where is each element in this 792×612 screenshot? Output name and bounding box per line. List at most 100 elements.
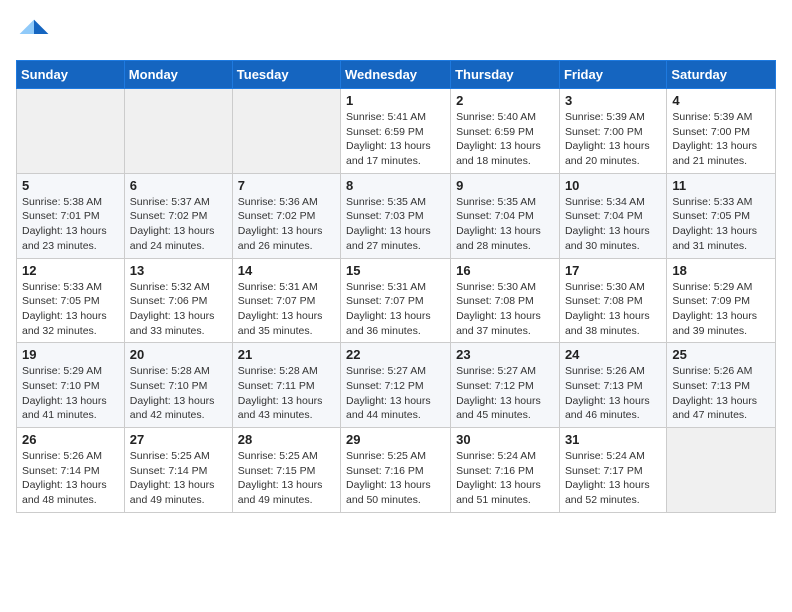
- calendar-cell: 4 Sunrise: 5:39 AMSunset: 7:00 PMDaylight…: [667, 89, 776, 174]
- day-number: 21: [238, 347, 335, 362]
- calendar-cell: 21 Sunrise: 5:28 AMSunset: 7:11 PMDayligh…: [232, 343, 340, 428]
- day-info: Sunrise: 5:24 AMSunset: 7:16 PMDaylight:…: [456, 449, 554, 508]
- day-info: Sunrise: 5:27 AMSunset: 7:12 PMDaylight:…: [346, 364, 445, 423]
- calendar-cell: 19 Sunrise: 5:29 AMSunset: 7:10 PMDayligh…: [17, 343, 125, 428]
- calendar-cell: 6 Sunrise: 5:37 AMSunset: 7:02 PMDaylight…: [124, 173, 232, 258]
- calendar-cell: [124, 89, 232, 174]
- day-number: 16: [456, 263, 554, 278]
- calendar-week-4: 19 Sunrise: 5:29 AMSunset: 7:10 PMDayligh…: [17, 343, 776, 428]
- day-number: 26: [22, 432, 119, 447]
- header-tuesday: Tuesday: [232, 61, 340, 89]
- day-info: Sunrise: 5:41 AMSunset: 6:59 PMDaylight:…: [346, 110, 445, 169]
- day-info: Sunrise: 5:27 AMSunset: 7:12 PMDaylight:…: [456, 364, 554, 423]
- calendar-cell: 13 Sunrise: 5:32 AMSunset: 7:06 PMDayligh…: [124, 258, 232, 343]
- calendar-cell: 31 Sunrise: 5:24 AMSunset: 7:17 PMDayligh…: [559, 428, 666, 513]
- day-number: 18: [672, 263, 770, 278]
- day-info: Sunrise: 5:31 AMSunset: 7:07 PMDaylight:…: [346, 280, 445, 339]
- calendar-cell: 23 Sunrise: 5:27 AMSunset: 7:12 PMDayligh…: [451, 343, 560, 428]
- day-number: 30: [456, 432, 554, 447]
- day-info: Sunrise: 5:37 AMSunset: 7:02 PMDaylight:…: [130, 195, 227, 254]
- calendar-cell: [667, 428, 776, 513]
- day-number: 5: [22, 178, 119, 193]
- calendar-table: SundayMondayTuesdayWednesdayThursdayFrid…: [16, 60, 776, 513]
- calendar-cell: 17 Sunrise: 5:30 AMSunset: 7:08 PMDayligh…: [559, 258, 666, 343]
- calendar-cell: 25 Sunrise: 5:26 AMSunset: 7:13 PMDayligh…: [667, 343, 776, 428]
- day-info: Sunrise: 5:31 AMSunset: 7:07 PMDaylight:…: [238, 280, 335, 339]
- page-header: [16, 16, 776, 52]
- calendar-week-1: 1 Sunrise: 5:41 AMSunset: 6:59 PMDaylight…: [17, 89, 776, 174]
- day-number: 13: [130, 263, 227, 278]
- day-number: 22: [346, 347, 445, 362]
- day-number: 3: [565, 93, 661, 108]
- day-number: 23: [456, 347, 554, 362]
- calendar-cell: 22 Sunrise: 5:27 AMSunset: 7:12 PMDayligh…: [341, 343, 451, 428]
- calendar-cell: [17, 89, 125, 174]
- day-info: Sunrise: 5:26 AMSunset: 7:13 PMDaylight:…: [565, 364, 661, 423]
- day-info: Sunrise: 5:35 AMSunset: 7:03 PMDaylight:…: [346, 195, 445, 254]
- logo: [16, 16, 56, 52]
- day-info: Sunrise: 5:39 AMSunset: 7:00 PMDaylight:…: [565, 110, 661, 169]
- day-number: 14: [238, 263, 335, 278]
- logo-icon: [16, 16, 52, 52]
- day-info: Sunrise: 5:25 AMSunset: 7:16 PMDaylight:…: [346, 449, 445, 508]
- calendar-cell: 11 Sunrise: 5:33 AMSunset: 7:05 PMDayligh…: [667, 173, 776, 258]
- day-info: Sunrise: 5:36 AMSunset: 7:02 PMDaylight:…: [238, 195, 335, 254]
- day-info: Sunrise: 5:29 AMSunset: 7:09 PMDaylight:…: [672, 280, 770, 339]
- calendar-cell: 20 Sunrise: 5:28 AMSunset: 7:10 PMDayligh…: [124, 343, 232, 428]
- header-friday: Friday: [559, 61, 666, 89]
- day-number: 6: [130, 178, 227, 193]
- day-info: Sunrise: 5:26 AMSunset: 7:14 PMDaylight:…: [22, 449, 119, 508]
- day-number: 1: [346, 93, 445, 108]
- calendar-week-2: 5Sunrise: 5:38 AMSunset: 7:01 PMDaylight…: [17, 173, 776, 258]
- day-number: 17: [565, 263, 661, 278]
- header-sunday: Sunday: [17, 61, 125, 89]
- day-number: 11: [672, 178, 770, 193]
- calendar-cell: 1 Sunrise: 5:41 AMSunset: 6:59 PMDaylight…: [341, 89, 451, 174]
- calendar-cell: 29Sunrise: 5:25 AMSunset: 7:16 PMDayligh…: [341, 428, 451, 513]
- day-info: Sunrise: 5:30 AMSunset: 7:08 PMDaylight:…: [456, 280, 554, 339]
- calendar-header-row: SundayMondayTuesdayWednesdayThursdayFrid…: [17, 61, 776, 89]
- calendar-cell: 5Sunrise: 5:38 AMSunset: 7:01 PMDaylight…: [17, 173, 125, 258]
- day-number: 24: [565, 347, 661, 362]
- day-info: Sunrise: 5:25 AMSunset: 7:15 PMDaylight:…: [238, 449, 335, 508]
- day-number: 31: [565, 432, 661, 447]
- day-number: 10: [565, 178, 661, 193]
- calendar-cell: 10Sunrise: 5:34 AMSunset: 7:04 PMDayligh…: [559, 173, 666, 258]
- calendar-cell: 12Sunrise: 5:33 AMSunset: 7:05 PMDayligh…: [17, 258, 125, 343]
- day-info: Sunrise: 5:40 AMSunset: 6:59 PMDaylight:…: [456, 110, 554, 169]
- day-info: Sunrise: 5:24 AMSunset: 7:17 PMDaylight:…: [565, 449, 661, 508]
- calendar-cell: 18 Sunrise: 5:29 AMSunset: 7:09 PMDayligh…: [667, 258, 776, 343]
- day-number: 19: [22, 347, 119, 362]
- header-thursday: Thursday: [451, 61, 560, 89]
- calendar-cell: [232, 89, 340, 174]
- day-number: 28: [238, 432, 335, 447]
- day-info: Sunrise: 5:29 AMSunset: 7:10 PMDaylight:…: [22, 364, 119, 423]
- header-wednesday: Wednesday: [341, 61, 451, 89]
- day-number: 12: [22, 263, 119, 278]
- calendar-week-3: 12Sunrise: 5:33 AMSunset: 7:05 PMDayligh…: [17, 258, 776, 343]
- day-number: 20: [130, 347, 227, 362]
- day-info: Sunrise: 5:30 AMSunset: 7:08 PMDaylight:…: [565, 280, 661, 339]
- day-info: Sunrise: 5:25 AMSunset: 7:14 PMDaylight:…: [130, 449, 227, 508]
- calendar-cell: 27Sunrise: 5:25 AMSunset: 7:14 PMDayligh…: [124, 428, 232, 513]
- day-info: Sunrise: 5:26 AMSunset: 7:13 PMDaylight:…: [672, 364, 770, 423]
- calendar-cell: 28 Sunrise: 5:25 AMSunset: 7:15 PMDayligh…: [232, 428, 340, 513]
- header-monday: Monday: [124, 61, 232, 89]
- day-number: 9: [456, 178, 554, 193]
- calendar-cell: 24 Sunrise: 5:26 AMSunset: 7:13 PMDayligh…: [559, 343, 666, 428]
- calendar-cell: 30 Sunrise: 5:24 AMSunset: 7:16 PMDayligh…: [451, 428, 560, 513]
- day-number: 4: [672, 93, 770, 108]
- day-info: Sunrise: 5:32 AMSunset: 7:06 PMDaylight:…: [130, 280, 227, 339]
- day-info: Sunrise: 5:33 AMSunset: 7:05 PMDaylight:…: [672, 195, 770, 254]
- day-info: Sunrise: 5:28 AMSunset: 7:10 PMDaylight:…: [130, 364, 227, 423]
- calendar-cell: 3 Sunrise: 5:39 AMSunset: 7:00 PMDaylight…: [559, 89, 666, 174]
- day-number: 25: [672, 347, 770, 362]
- day-number: 15: [346, 263, 445, 278]
- calendar-week-5: 26 Sunrise: 5:26 AMSunset: 7:14 PMDayligh…: [17, 428, 776, 513]
- day-number: 2: [456, 93, 554, 108]
- calendar-cell: 9Sunrise: 5:35 AMSunset: 7:04 PMDaylight…: [451, 173, 560, 258]
- calendar-cell: 16 Sunrise: 5:30 AMSunset: 7:08 PMDayligh…: [451, 258, 560, 343]
- calendar-cell: 8Sunrise: 5:35 AMSunset: 7:03 PMDaylight…: [341, 173, 451, 258]
- day-info: Sunrise: 5:28 AMSunset: 7:11 PMDaylight:…: [238, 364, 335, 423]
- day-info: Sunrise: 5:39 AMSunset: 7:00 PMDaylight:…: [672, 110, 770, 169]
